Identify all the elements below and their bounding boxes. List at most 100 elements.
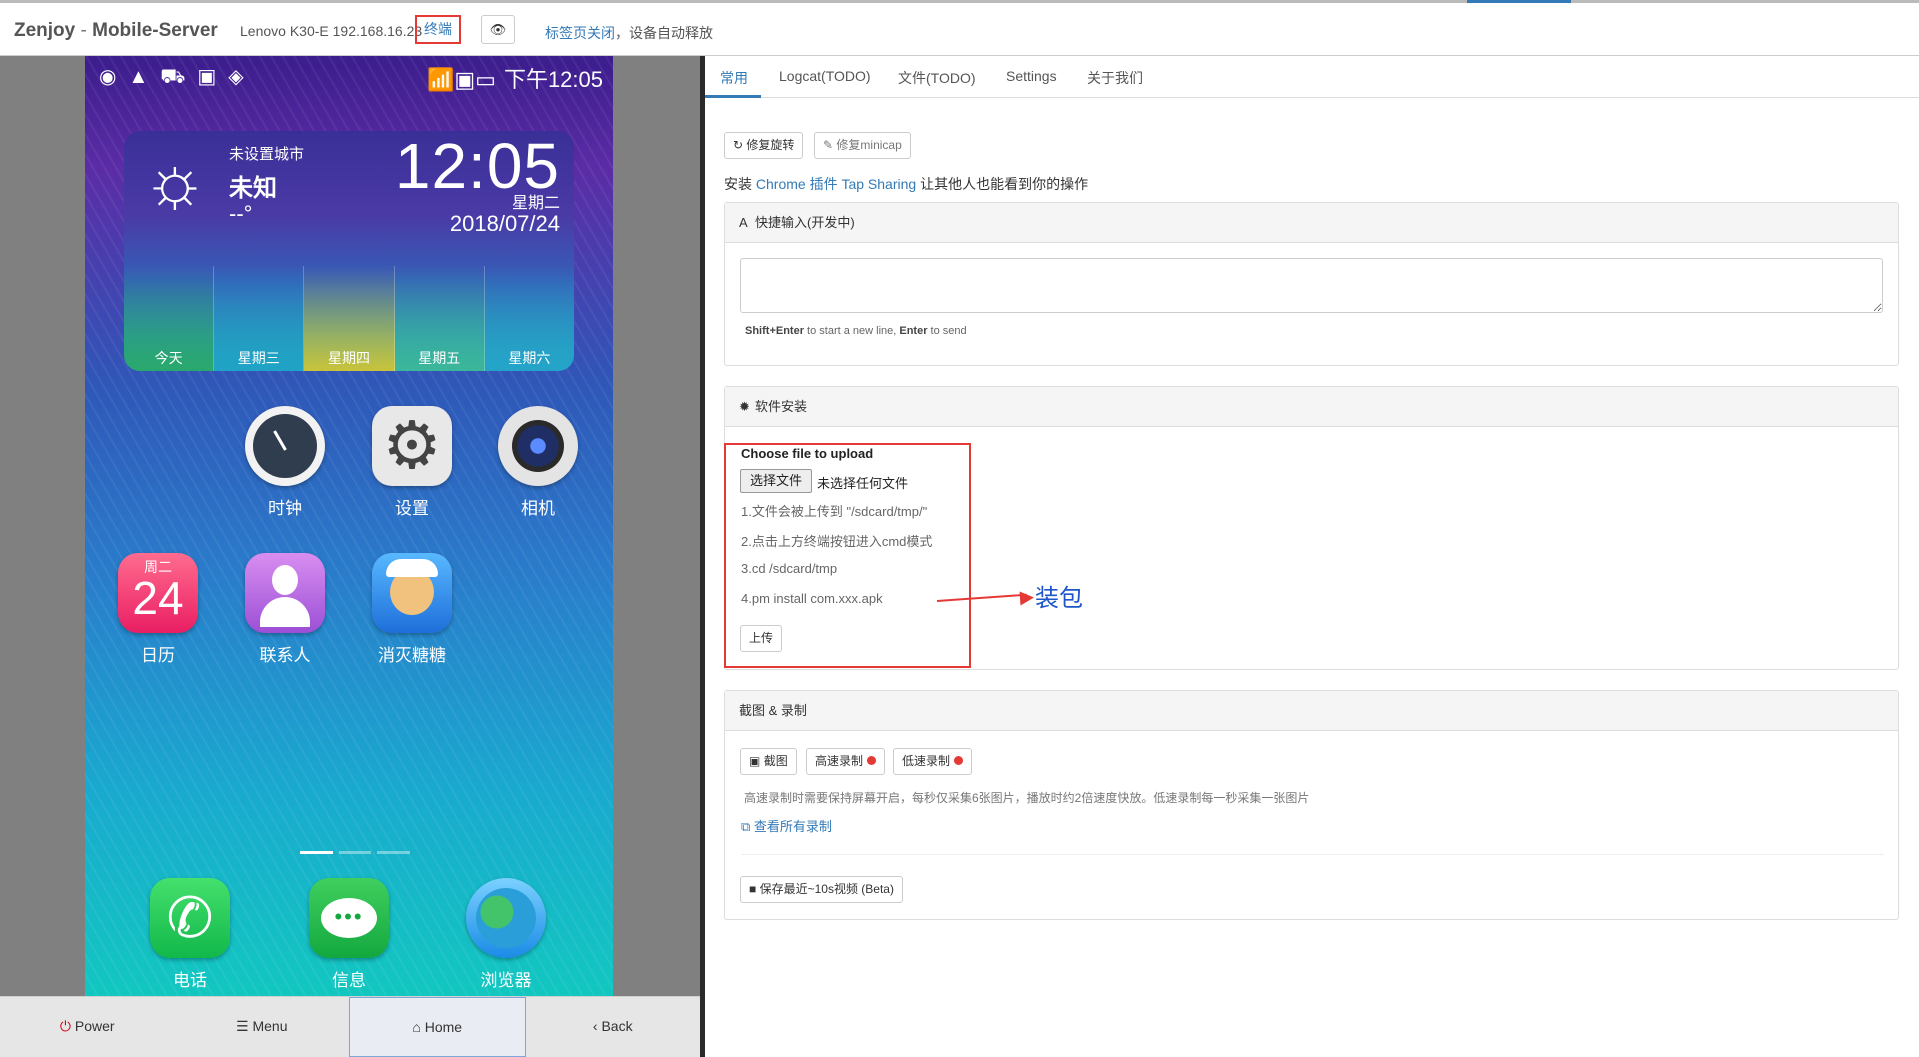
app-label: 消灭糖糖 xyxy=(378,646,446,665)
phone-screen[interactable]: ◉▲⛟▣◈ 📶▣▭ 下午12:05 ☼ 未设置城市 未知 --° 12:05 星期… xyxy=(85,56,613,996)
pane-divider[interactable] xyxy=(700,56,705,1057)
brand-subtitle: Mobile-Server xyxy=(92,20,218,41)
save-video-button[interactable]: ■ 保存最近~10s视频 (Beta) xyxy=(740,876,903,903)
plugin-link[interactable]: 插件 xyxy=(806,176,842,192)
app-label: 日历 xyxy=(141,646,175,665)
globe-icon xyxy=(466,878,546,958)
app-label: 时钟 xyxy=(268,499,302,518)
message-bubble-icon xyxy=(309,878,389,958)
install-prefix: 安装 xyxy=(724,176,756,192)
tab-logcat[interactable]: Logcat(TODO) xyxy=(779,68,871,84)
chrome-link[interactable]: Chrome xyxy=(756,176,806,192)
forecast-day: 星期六 xyxy=(484,266,574,371)
app-label: 信息 xyxy=(332,971,366,990)
app-camera[interactable]: 相机 xyxy=(488,406,588,519)
annotation-arrow-head xyxy=(1019,590,1035,606)
widget-date: 2018/07/24 xyxy=(449,211,560,236)
page-dot xyxy=(377,851,411,854)
choose-file-title: Choose file to upload xyxy=(741,446,874,461)
screenshot-label: 截图 xyxy=(763,754,788,768)
app-browser[interactable]: 浏览器 xyxy=(456,878,556,991)
screenshot-button[interactable]: ▣ 截图 xyxy=(740,748,797,775)
back-button[interactable]: ‹ Back xyxy=(526,997,701,1057)
weather-widget[interactable]: ☼ 未设置城市 未知 --° 12:05 星期二 2018/07/24 今天 星… xyxy=(124,131,574,371)
phone-handset-icon xyxy=(150,878,230,958)
weather-city: 未设置城市 xyxy=(229,146,305,163)
forecast-day-label: 星期五 xyxy=(418,350,461,366)
tab-settings[interactable]: Settings xyxy=(1006,68,1057,84)
upload-button[interactable]: 上传 xyxy=(740,625,783,652)
clock-icon xyxy=(245,406,325,486)
weather-condition: 未知 xyxy=(229,175,277,202)
header: Zenjoy - Mobile-Server Lenovo K30-E 192.… xyxy=(0,0,1919,56)
android-icon: ✹ xyxy=(739,399,750,414)
app-label: 设置 xyxy=(395,499,429,518)
choose-file-button[interactable]: 选择文件 xyxy=(740,469,812,493)
external-link-icon: ⧉ xyxy=(741,819,751,834)
quick-input-textarea[interactable] xyxy=(740,258,1883,313)
home-button[interactable]: ⌂ Home xyxy=(349,997,526,1057)
app-messages[interactable]: 信息 xyxy=(299,878,399,991)
app-clock[interactable]: 时钟 xyxy=(235,406,335,519)
app-label: 电话 xyxy=(173,971,207,990)
record-dot-icon xyxy=(954,756,964,765)
camera-icon xyxy=(498,406,578,486)
tab-common[interactable]: 常用 xyxy=(720,68,748,88)
fix-rotation-label: 修复旋转 xyxy=(746,138,795,152)
capture-title: 截图 & 录制 xyxy=(739,703,807,718)
fix-minicap-label: 修复minicap xyxy=(836,138,902,152)
close-tab-link[interactable]: 标签页关闭 xyxy=(545,25,615,41)
power-icon: ⏻ xyxy=(59,1018,71,1034)
header-accent-line xyxy=(1467,0,1571,3)
menu-icon: ☰ xyxy=(236,1018,249,1034)
app-phone[interactable]: 电话 xyxy=(140,878,240,991)
view-recordings-link[interactable]: ⧉ 查看所有录制 xyxy=(741,816,832,835)
app-contacts[interactable]: 联系人 xyxy=(235,553,335,666)
lq-record-button[interactable]: 低速录制 xyxy=(893,748,973,775)
fix-rotation-button[interactable]: ↻ 修复旋转 xyxy=(724,132,804,159)
no-file-selected: 未选择任何文件 xyxy=(817,476,909,491)
quick-input-title: 快捷输入(开发中) xyxy=(755,215,855,230)
forecast-day-label: 星期六 xyxy=(508,350,551,366)
wrench-icon: ✎ xyxy=(823,138,834,152)
tap-sharing-notice: 安装 Chrome 插件 Tap Sharing 让其他人也能看到你的操作 xyxy=(724,174,1088,194)
forecast-day: 星期三 xyxy=(214,266,305,371)
refresh-icon: ↻ xyxy=(733,138,744,152)
app-game[interactable]: 消灭糖糖 xyxy=(362,553,462,666)
tab-about[interactable]: 关于我们 xyxy=(1087,68,1143,88)
chevron-left-icon: ‹ xyxy=(592,1018,598,1034)
hq-record-button[interactable]: 高速录制 xyxy=(806,748,886,775)
install-step: 4.pm install com.xxx.apk xyxy=(741,591,883,606)
tap-sharing-link[interactable]: Tap Sharing xyxy=(841,176,916,192)
app-calendar[interactable]: 周二 24 日历 xyxy=(108,553,208,666)
terminal-link[interactable]: 终端 xyxy=(415,15,461,44)
hint-key-enter: Enter xyxy=(899,325,928,337)
page-indicator xyxy=(300,851,411,854)
weather-temp: --° xyxy=(229,201,253,226)
forecast-day-label: 星期四 xyxy=(328,350,370,366)
menu-button[interactable]: ☰ Menu xyxy=(175,997,350,1057)
tab-bar: 常用 Logcat(TODO) 文件(TODO) Settings 关于我们 xyxy=(705,56,1919,98)
forecast-day-label: 今天 xyxy=(154,350,183,366)
home-label: Home xyxy=(424,1019,463,1035)
app-label: 浏览器 xyxy=(480,971,532,990)
eye-button[interactable]: 👁 xyxy=(481,15,515,44)
page-dot xyxy=(300,851,333,854)
tab-files[interactable]: 文件(TODO) xyxy=(898,68,976,88)
install-suffix: 让其他人也能看到你的操作 xyxy=(916,176,1089,192)
forecast-day-label: 星期三 xyxy=(237,350,280,366)
forecast-day: 星期四 xyxy=(304,266,395,371)
lq-record-label: 低速录制 xyxy=(902,754,951,768)
status-icons-right: 📶▣▭ 下午12:05 xyxy=(427,62,603,94)
app-label: 联系人 xyxy=(259,646,311,665)
app-settings[interactable]: 设置 xyxy=(362,406,462,519)
calendar-day: 24 xyxy=(132,572,184,624)
hint-key-shift-enter: Shift+Enter xyxy=(745,325,804,337)
power-button[interactable]: ⏻ Power xyxy=(0,997,175,1057)
fix-minicap-button[interactable]: ✎ 修复minicap xyxy=(814,132,911,159)
font-icon: A xyxy=(739,215,748,230)
device-info: Lenovo K30-E 192.168.16.23 xyxy=(240,23,423,39)
video-camera-icon: ■ xyxy=(749,882,757,896)
install-header: ✹ 软件安装 xyxy=(725,387,1898,427)
active-tab-underline xyxy=(705,95,761,98)
